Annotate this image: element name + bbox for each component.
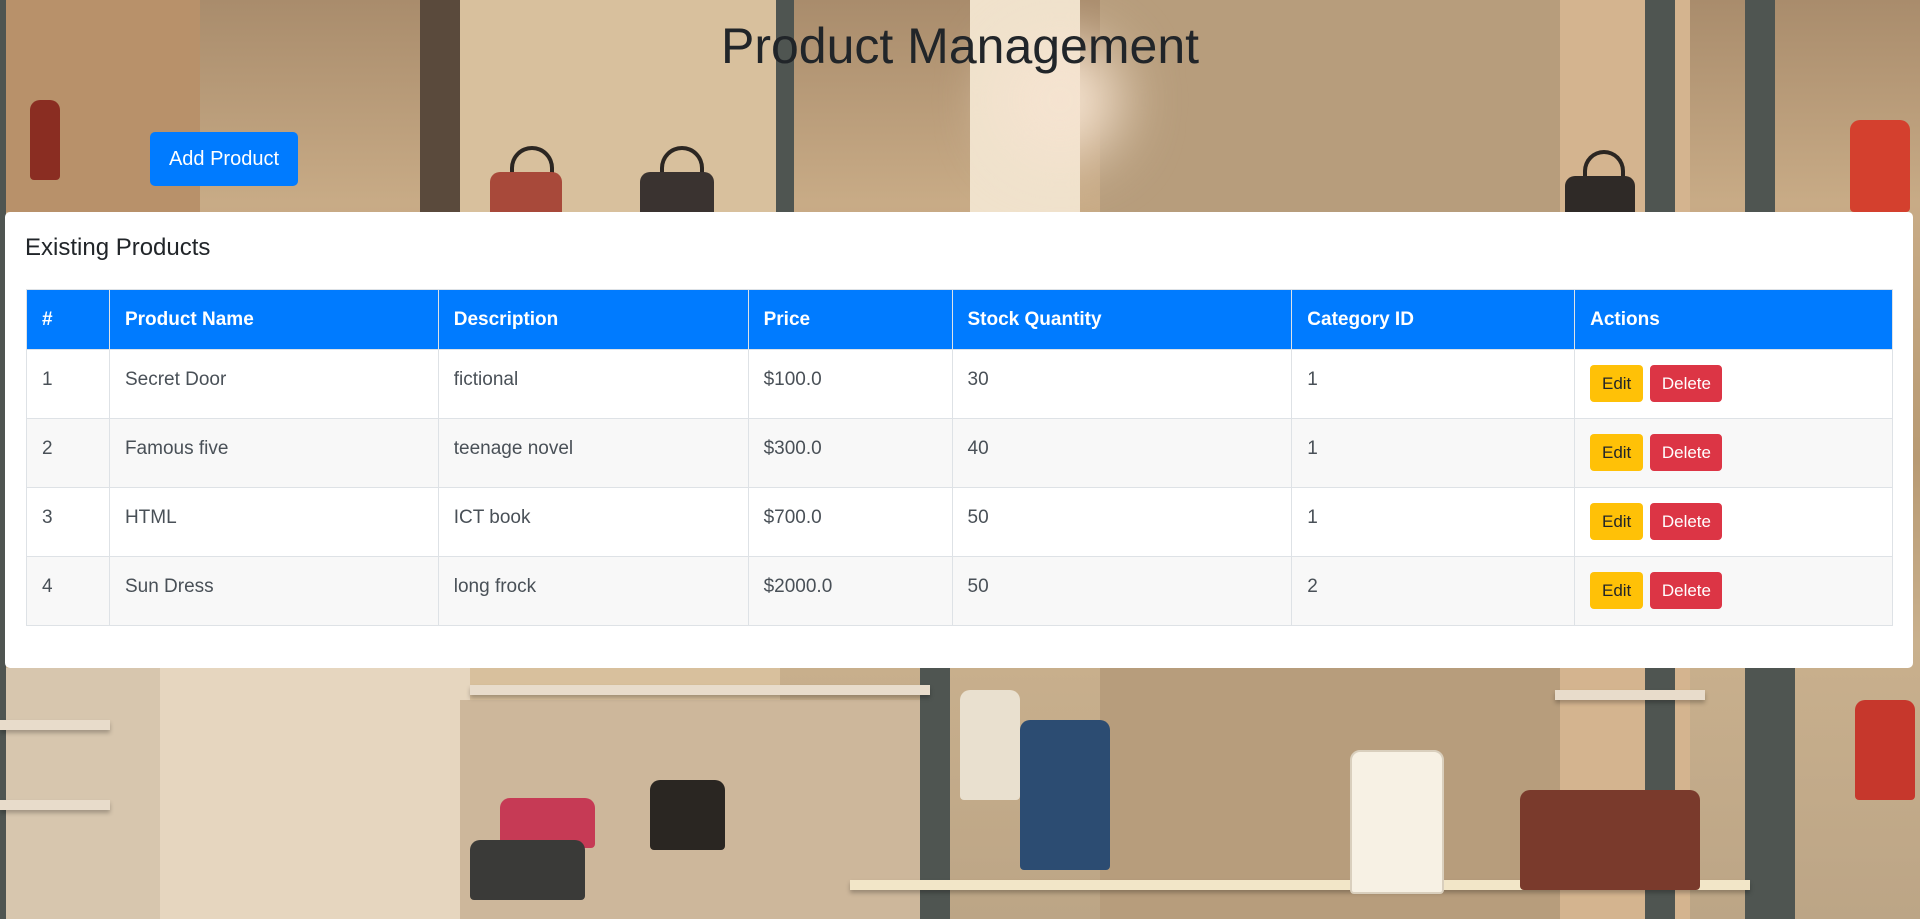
cell-category-id: 1 [1291, 418, 1576, 488]
delete-button[interactable]: Delete [1650, 572, 1723, 609]
cell-stock-quantity: 50 [951, 556, 1293, 626]
column-header-actions: Actions [1574, 289, 1893, 350]
cell-product-name: Famous five [108, 418, 439, 488]
add-product-button[interactable]: Add Product [150, 132, 298, 186]
cell-price: $2000.0 [747, 556, 953, 626]
edit-button[interactable]: Edit [1590, 572, 1644, 609]
table-row: 4 Sun Dress long frock $2000.0 50 2 Edit… [26, 556, 1893, 626]
cell-price: $300.0 [747, 418, 953, 488]
cell-description: long frock [437, 556, 749, 626]
cell-id: 4 [26, 556, 110, 626]
cell-price: $700.0 [747, 487, 953, 557]
delete-button[interactable]: Delete [1650, 503, 1723, 540]
cell-id: 1 [26, 349, 110, 419]
cell-description: teenage novel [437, 418, 749, 488]
cell-id: 3 [26, 487, 110, 557]
cell-stock-quantity: 40 [951, 418, 1293, 488]
column-header-category-id: Category ID [1291, 289, 1576, 350]
delete-button[interactable]: Delete [1650, 434, 1723, 471]
column-header-price: Price [747, 289, 953, 350]
cell-description: fictional [437, 349, 749, 419]
cell-product-name: HTML [108, 487, 439, 557]
cell-product-name: Secret Door [108, 349, 439, 419]
edit-button[interactable]: Edit [1590, 434, 1644, 471]
table-header-row: # Product Name Description Price Stock Q… [26, 289, 1893, 350]
table-row: 2 Famous five teenage novel $300.0 40 1 … [26, 418, 1893, 488]
page-title: Product Management [720, 18, 1200, 74]
column-header-product-name: Product Name [108, 289, 439, 350]
cell-product-name: Sun Dress [108, 556, 439, 626]
delete-button[interactable]: Delete [1650, 365, 1723, 402]
column-header-stock-quantity: Stock Quantity [951, 289, 1293, 350]
cell-category-id: 1 [1291, 487, 1576, 557]
cell-id: 2 [26, 418, 110, 488]
cell-actions: Edit Delete [1574, 418, 1893, 488]
cell-stock-quantity: 50 [951, 487, 1293, 557]
products-table: # Product Name Description Price Stock Q… [26, 289, 1893, 626]
column-header-id: # [26, 289, 110, 350]
cell-price: $100.0 [747, 349, 953, 419]
cell-category-id: 1 [1291, 349, 1576, 419]
table-row: 3 HTML ICT book $700.0 50 1 Edit Delete [26, 487, 1893, 557]
cell-category-id: 2 [1291, 556, 1576, 626]
cell-actions: Edit Delete [1574, 556, 1893, 626]
table-row: 1 Secret Door fictional $100.0 30 1 Edit… [26, 349, 1893, 419]
cell-actions: Edit Delete [1574, 487, 1893, 557]
cell-stock-quantity: 30 [951, 349, 1293, 419]
edit-button[interactable]: Edit [1590, 365, 1644, 402]
column-header-description: Description [437, 289, 749, 350]
cell-actions: Edit Delete [1574, 349, 1893, 419]
cell-description: ICT book [437, 487, 749, 557]
card-title: Existing Products [25, 234, 211, 261]
edit-button[interactable]: Edit [1590, 503, 1644, 540]
